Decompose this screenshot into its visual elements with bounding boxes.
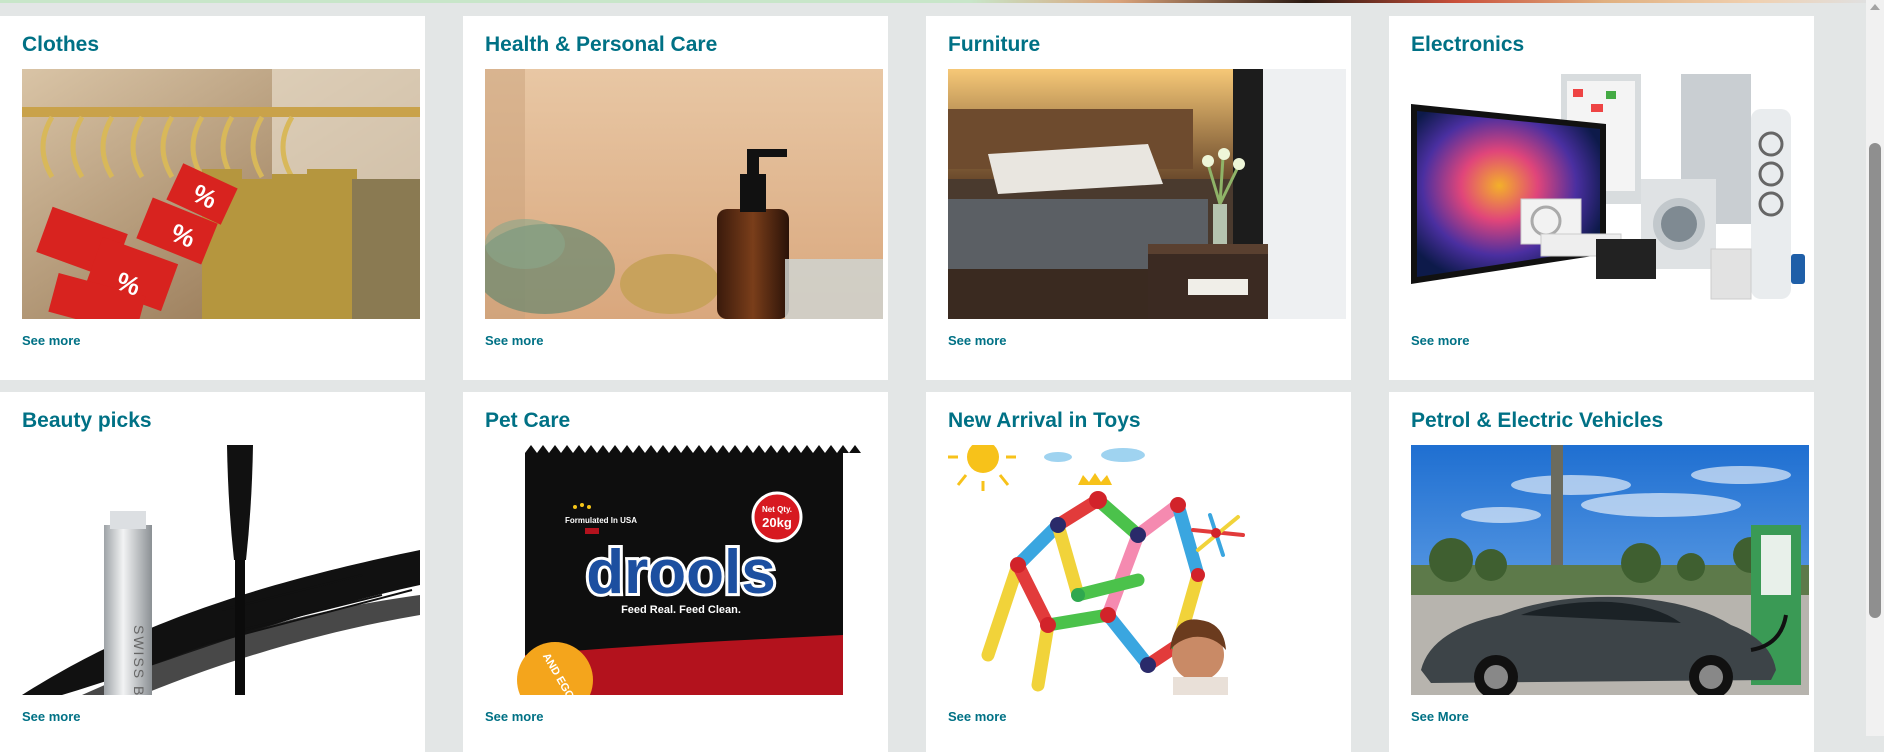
see-more-link[interactable]: See More (1411, 709, 1469, 724)
see-more-link[interactable]: See more (948, 333, 1007, 348)
card-title[interactable]: Electronics (1411, 33, 1524, 57)
pet-bag-tagline-text: Feed Real. Feed Clean. (621, 604, 741, 616)
mascara-brand-text: SWISS B (131, 625, 147, 695)
see-more-link[interactable]: See more (485, 709, 544, 724)
card-title[interactable]: Furniture (948, 33, 1040, 57)
see-more-link[interactable]: See more (22, 709, 81, 724)
card-title[interactable]: Clothes (22, 33, 99, 57)
category-card-toys: New Arrival in Toys See more (926, 392, 1351, 752)
bed-nightstand-icon[interactable] (948, 69, 1346, 319)
card-title[interactable]: Pet Care (485, 409, 570, 433)
vertical-scrollbar[interactable] (1866, 0, 1884, 736)
card-title[interactable]: Petrol & Electric Vehicles (1411, 409, 1663, 433)
category-card-furniture: Furniture See more (926, 16, 1351, 380)
scrollbar-thumb[interactable] (1869, 143, 1881, 618)
category-grid: Clothes % % % See more Health & Personal… (0, 16, 1866, 752)
pet-bag-brand-text: drools (586, 538, 775, 607)
card-title[interactable]: New Arrival in Toys (948, 409, 1141, 433)
pet-food-bag-icon[interactable]: AND EGG Formulated In USA Net Qty. 20kg … (485, 445, 883, 695)
category-card-health: Health & Personal Care See more (463, 16, 888, 380)
category-card-clothes: Clothes % % % See more (0, 16, 425, 380)
see-more-link[interactable]: See more (22, 333, 81, 348)
see-more-link[interactable]: See more (948, 709, 1007, 724)
electric-car-icon[interactable] (1411, 445, 1809, 695)
see-more-link[interactable]: See more (485, 333, 544, 348)
category-card-electronics: Electronics See more (1389, 16, 1814, 380)
appliances-tv-icon[interactable] (1411, 69, 1809, 319)
category-card-vehicles: Petrol & Electric Vehicles See More (1389, 392, 1814, 752)
see-more-link[interactable]: See more (1411, 333, 1470, 348)
category-card-pet-care: Pet Care AND EGG Formulated In USA Net Q… (463, 392, 888, 752)
pet-bag-origin-text: Formulated In USA (565, 516, 637, 525)
magnetic-toy-icon[interactable] (948, 445, 1346, 695)
mascara-icon[interactable]: SWISS B (22, 445, 420, 695)
category-card-beauty: Beauty picks SWISS B See more (0, 392, 425, 752)
card-title[interactable]: Beauty picks (22, 409, 152, 433)
pet-bag-badge-line2: 20kg (762, 515, 792, 530)
card-title[interactable]: Health & Personal Care (485, 33, 717, 57)
clothes-rack-sale-icon[interactable]: % % % (22, 69, 420, 319)
pump-bottle-icon[interactable] (485, 69, 883, 319)
scroll-up-arrow-icon[interactable] (1870, 4, 1880, 10)
pet-bag-badge-line1: Net Qty. (762, 505, 792, 514)
top-banner-edge (0, 0, 1866, 3)
